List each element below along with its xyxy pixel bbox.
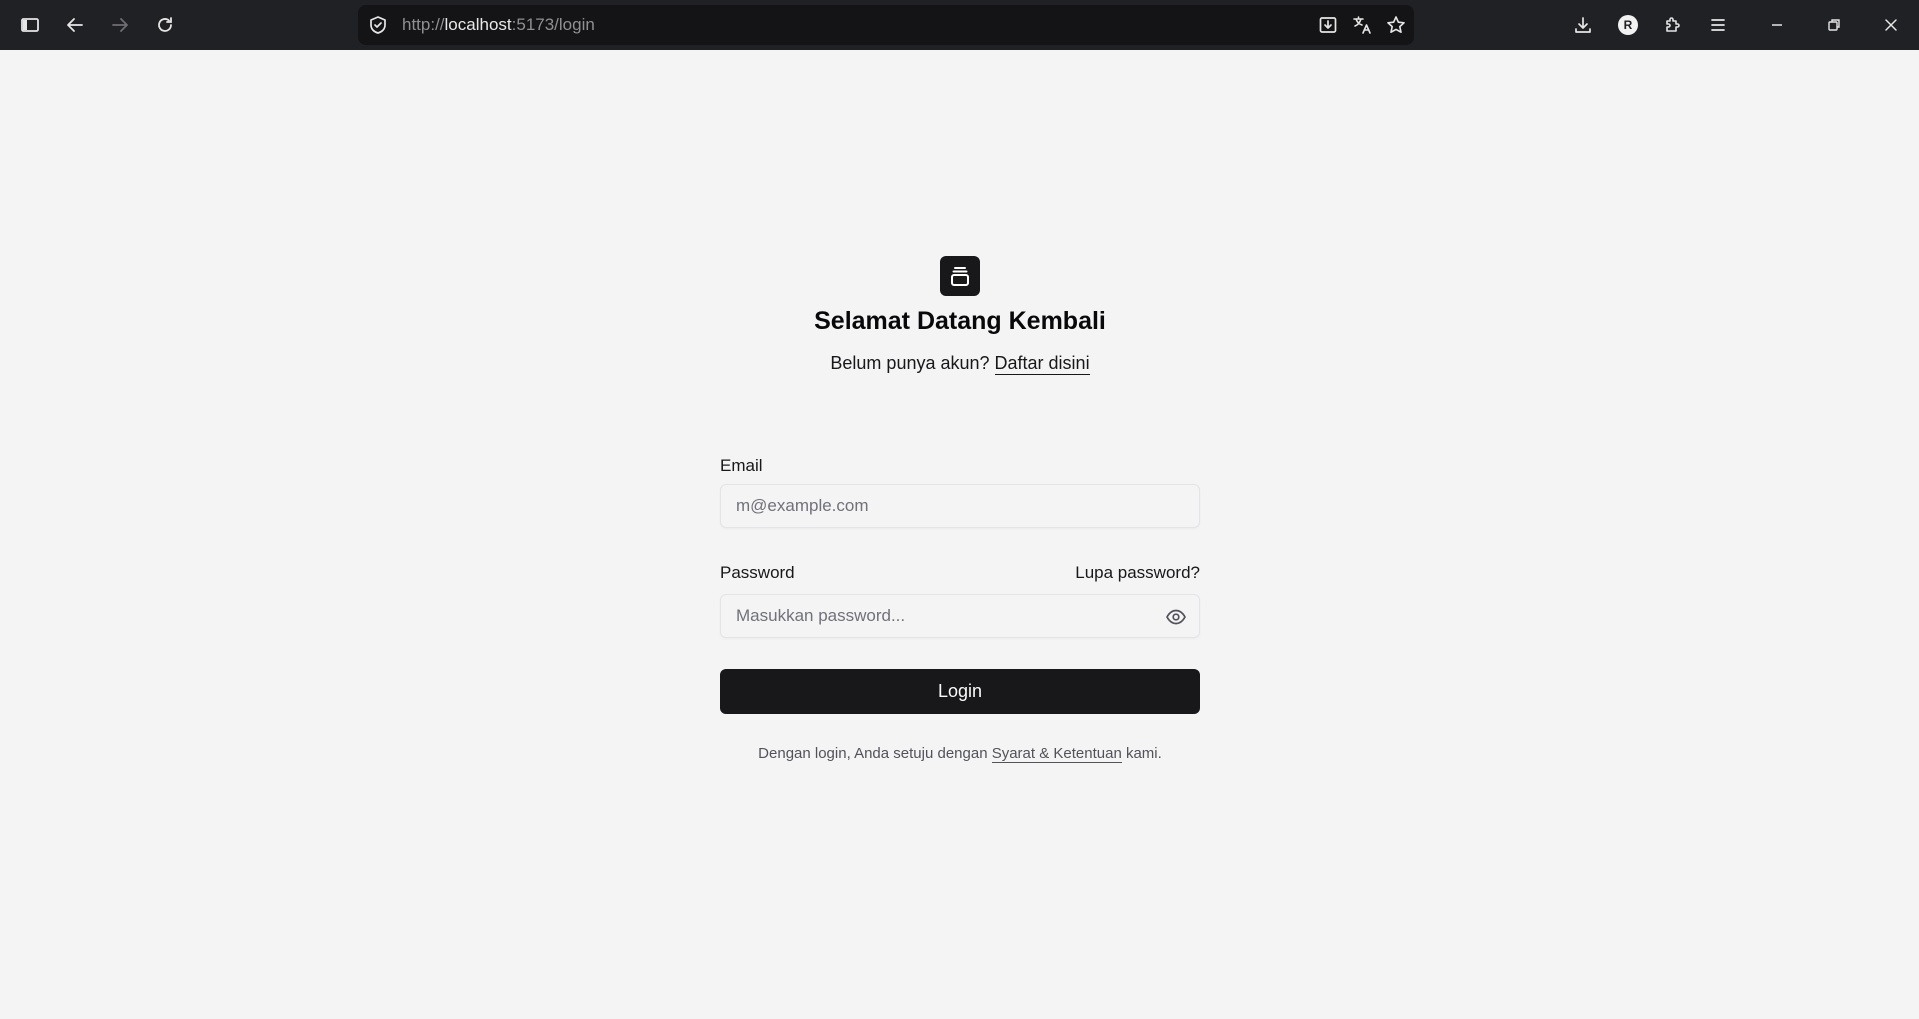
star-icon[interactable] (1382, 11, 1410, 39)
email-field[interactable] (721, 485, 1199, 527)
signup-link[interactable]: Daftar disini (994, 353, 1090, 375)
shield-icon[interactable] (368, 15, 388, 35)
forgot-password-link[interactable]: Lupa password? (1075, 563, 1200, 583)
login-button[interactable]: Login (720, 669, 1200, 714)
translate-icon[interactable] (1348, 11, 1376, 39)
profile-initial: R (1618, 15, 1638, 35)
terms-link[interactable]: Syarat & Ketentuan (991, 745, 1122, 763)
show-password-eye-icon[interactable] (1165, 606, 1187, 628)
signup-prompt: Belum punya akun? Daftar disini (720, 353, 1200, 375)
url-text[interactable]: http://localhost:5173/login (402, 5, 595, 45)
reload-icon[interactable] (147, 7, 183, 43)
password-label: Password (720, 563, 795, 582)
install-app-icon[interactable] (1314, 11, 1342, 39)
signup-prompt-text: Belum punya akun? (830, 353, 990, 373)
password-field-wrapper (720, 594, 1200, 638)
menu-icon[interactable] (1700, 7, 1736, 43)
email-field-wrapper (720, 484, 1200, 528)
terms-prefix: Dengan login, Anda setuju dengan (758, 745, 988, 762)
page-title: Selamat Datang Kembali (814, 307, 1106, 335)
puzzle-icon[interactable] (1655, 7, 1691, 43)
terms-notice: Dengan login, Anda setuju dengan Syarat … (720, 745, 1200, 763)
email-label: Email (720, 456, 763, 475)
page-body: Selamat Datang Kembali Belum punya akun?… (0, 50, 1919, 1019)
profile-avatar[interactable]: R (1610, 7, 1646, 43)
url-host: localhost (444, 15, 512, 34)
back-arrow-icon[interactable] (57, 7, 93, 43)
restore-icon[interactable] (1816, 7, 1852, 43)
password-field[interactable] (721, 595, 1199, 637)
app-logo-icon (940, 256, 980, 296)
address-bar[interactable]: http://localhost:5173/login (358, 5, 1414, 45)
minimize-icon[interactable] (1759, 7, 1795, 43)
url-prefix: http:// (402, 15, 445, 34)
browser-toolbar: http://localhost:5173/login R (0, 0, 1919, 50)
terms-suffix: kami. (1125, 745, 1162, 762)
url-path: :5173/login (511, 15, 595, 34)
sidebar-icon[interactable] (12, 7, 48, 43)
download-icon[interactable] (1565, 7, 1601, 43)
forward-arrow-icon[interactable] (102, 7, 138, 43)
close-icon[interactable] (1873, 7, 1909, 43)
